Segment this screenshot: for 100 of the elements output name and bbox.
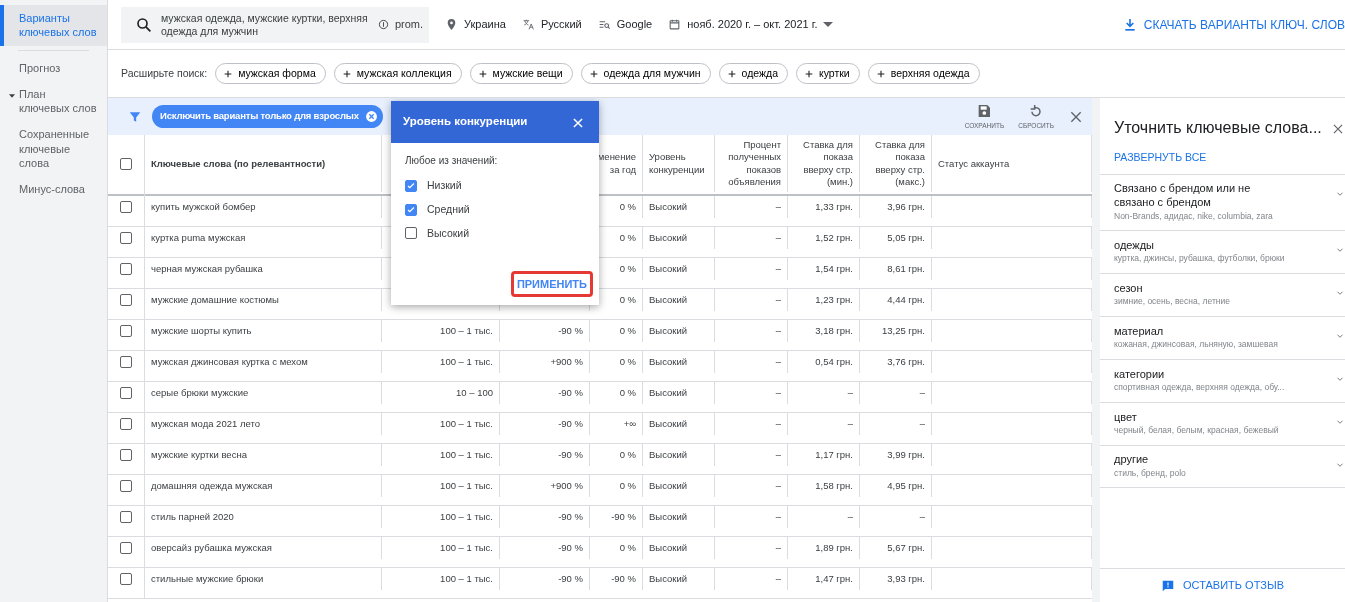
plus-icon <box>341 68 352 79</box>
table-cell-text: -90 % <box>611 571 636 586</box>
language-selector[interactable]: Русский <box>521 16 582 33</box>
table-cell-text: – <box>775 416 781 431</box>
refine-group[interactable]: сезон зимние, осень, весна, летние <box>1100 272 1345 316</box>
keyword-chip[interactable]: мужские вещи <box>469 62 573 85</box>
table-cell-text: 100 – 1 тыс. <box>440 416 493 431</box>
dropdown-icon <box>823 22 834 27</box>
table-cell-text: -90 % <box>558 571 583 586</box>
checkbox[interactable] <box>120 511 132 524</box>
refine-group[interactable]: материал кожаная, джинсовая, льняную, замшевая <box>1100 315 1345 359</box>
apply-button[interactable]: ПРИМЕНИТЬ <box>510 270 593 297</box>
table-cell-text: – <box>775 385 781 400</box>
table-cell-text: +∞ <box>623 416 636 431</box>
table-cell-text: 0,54 грн. <box>815 354 853 369</box>
checkbox[interactable] <box>120 480 132 493</box>
table-cell-text: 0 % <box>619 292 636 307</box>
table-cell-text: 8,61 грн. <box>887 261 925 276</box>
refine-group[interactable]: другие стиль, бренд, polo <box>1100 444 1345 488</box>
column-header: Ключевые слова (по релевантности) <box>151 157 326 170</box>
checkbox[interactable] <box>405 227 417 240</box>
checkbox[interactable] <box>120 325 132 338</box>
sidebar-item[interactable]: Прогноз <box>0 54 107 81</box>
network-icon <box>597 18 611 31</box>
search-field[interactable]: мужская одежда, мужские куртки, верхняя одежда для мужчин prom. <box>121 6 429 43</box>
filter-icon <box>128 109 142 124</box>
table-cell-text: 100 – 1 тыс. <box>440 354 493 369</box>
table-cell-text: Высокий <box>649 571 688 586</box>
keyword-text: мужская мода 2021 лето <box>151 416 260 431</box>
plus-icon <box>726 68 737 79</box>
table-cell-text: +900 % <box>550 354 583 369</box>
table-cell-text: 13,25 грн. <box>881 323 925 338</box>
table-cell-text: – <box>775 199 781 214</box>
table-cell-text: 3,76 грн. <box>887 354 925 369</box>
feedback-icon <box>1161 578 1176 593</box>
table-cell-text: Высокий <box>649 416 688 431</box>
checkbox[interactable] <box>120 263 132 276</box>
info-icon <box>377 19 389 30</box>
refine-group[interactable]: категории спортивная одежда, верхняя одежда, обу... <box>1100 358 1345 402</box>
checkbox[interactable] <box>120 157 132 170</box>
table-cell-text: 0 % <box>619 261 636 276</box>
checkbox[interactable] <box>405 203 417 216</box>
feedback-button[interactable]: ОСТАВИТЬ ОТЗЫВ <box>1100 568 1345 602</box>
table-cell-text: 0 % <box>619 540 636 555</box>
keyword-text: мужские домашние костюмы <box>151 292 279 307</box>
filter-chip[interactable]: Исключить варианты только для взрослых <box>152 105 383 128</box>
checkbox[interactable] <box>120 356 132 369</box>
checkbox[interactable] <box>120 573 132 586</box>
checkbox[interactable] <box>120 387 132 400</box>
keyword-chip[interactable]: мужская коллекция <box>333 62 462 85</box>
sidebar-item[interactable]: Минус-слова <box>0 176 107 203</box>
keyword-chip[interactable]: куртки <box>796 62 860 85</box>
refine-group[interactable]: Связано с брендом или не связано с брендом Non-Brands, адидас, nike, columbia, zara <box>1100 173 1345 230</box>
checkbox[interactable] <box>120 294 132 307</box>
table-cell-text: 0 % <box>619 478 636 493</box>
checkbox[interactable] <box>120 418 132 431</box>
keyword-text: черная мужская рубашка <box>151 261 263 276</box>
sidebar-item[interactable]: Сохраненные ключевые слова <box>0 121 107 177</box>
date-range-selector[interactable]: нояб. 2020 г. – окт. 2021 г. <box>668 16 834 33</box>
keyword-text: мужские шорты купить <box>151 323 252 338</box>
column-header: Ставка для показа вверху стр. (макс.) <box>874 139 925 189</box>
sidebar-item[interactable]: Варианты ключевых слов <box>0 5 107 46</box>
checkbox[interactable] <box>120 232 132 245</box>
location-selector[interactable]: Украина <box>445 16 506 33</box>
plus-icon <box>875 68 886 79</box>
checkbox[interactable] <box>405 179 417 192</box>
keyword-chip[interactable]: одежда для мужчин <box>580 62 711 85</box>
refine-group[interactable]: одежды куртка, джинсы, рубашка, футболки, брюки <box>1100 229 1345 273</box>
table-cell-text: – <box>919 416 925 431</box>
keyword-text: стильные мужские брюки <box>151 571 264 586</box>
table-cell-text: 100 – 1 тыс. <box>440 323 493 338</box>
site-filter[interactable]: prom. <box>377 17 423 32</box>
keyword-text: стиль парней 2020 <box>151 509 234 524</box>
download-button[interactable]: СКАЧАТЬ ВАРИАНТЫ КЛЮЧ. СЛОВ <box>1121 15 1345 34</box>
table-cell-text: 5,67 грн. <box>887 540 925 555</box>
checkbox[interactable] <box>120 201 132 214</box>
close-icon <box>571 115 585 130</box>
keyword-chip[interactable]: мужская форма <box>215 62 326 85</box>
column-header: Процент полученных показов объявления <box>727 139 781 189</box>
expand-all-button[interactable]: РАЗВЕРНУТЬ ВСЕ <box>1100 140 1345 174</box>
keyword-chip[interactable]: одежда <box>718 62 788 85</box>
plus-icon <box>223 68 234 79</box>
checkbox[interactable] <box>120 542 132 555</box>
refine-group[interactable]: цвет черный, белая, белым, красная, бежевый <box>1100 401 1345 445</box>
table-cell-text: – <box>775 447 781 462</box>
checkbox[interactable] <box>120 449 132 462</box>
table-cell-text: Высокий <box>649 540 688 555</box>
table-cell-text: 1,17 грн. <box>815 447 853 462</box>
sidebar-item[interactable]: План ключевых слов <box>0 80 107 122</box>
table-cell-text: Высокий <box>649 292 688 307</box>
table-cell-text: – <box>919 509 925 524</box>
plus-icon <box>804 68 814 79</box>
table-cell-text: 4,44 грн. <box>887 292 925 307</box>
keyword-text: куртка puma мужская <box>151 230 246 245</box>
keyword-chip[interactable]: верхняя одежда <box>867 62 980 85</box>
network-selector[interactable]: Google <box>597 16 653 33</box>
popup-title: Уровень конкуренции <box>403 114 528 130</box>
table-cell-text: -90 % <box>558 385 583 400</box>
table-cell-text: Высокий <box>649 447 688 462</box>
table-cell-text: – <box>847 385 853 400</box>
